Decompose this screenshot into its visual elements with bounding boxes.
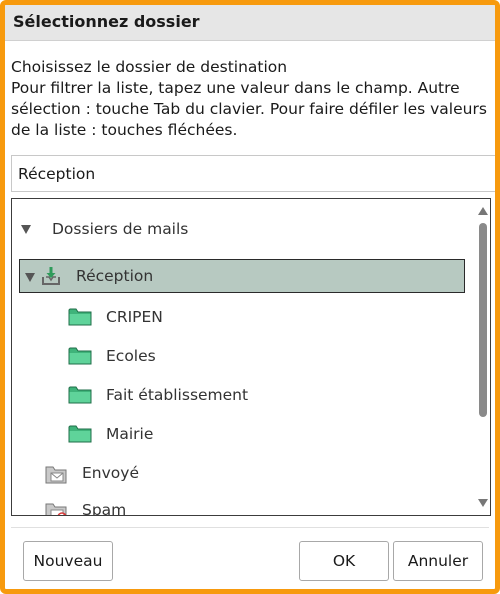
tree-item-subfolder[interactable]: Fait établissement — [12, 379, 472, 411]
tree-item-spam[interactable]: Spam — [12, 494, 472, 516]
footer-divider — [11, 527, 489, 528]
tree-root-label: Dossiers de mails — [52, 220, 189, 238]
tree-item-label: CRIPEN — [106, 308, 163, 326]
tree-item-label: Fait établissement — [106, 386, 249, 404]
instructions-line: de la liste : touches fléchées. — [11, 121, 238, 139]
instructions-line: Choisissez le dossier de destination — [11, 58, 288, 76]
instructions-text: Choisissez le dossier de destination Pou… — [11, 57, 493, 141]
expand-arrow-icon[interactable] — [21, 225, 31, 234]
inbox-download-icon — [42, 267, 60, 285]
expand-arrow-icon[interactable] — [25, 273, 35, 282]
tree-root-mail-folders[interactable]: Dossiers de mails — [12, 213, 472, 245]
tree-item-sent[interactable]: Envoyé — [12, 457, 472, 489]
tree-item-subfolder[interactable]: Mairie — [12, 418, 472, 450]
folder-icon — [68, 308, 92, 326]
tree-item-subfolder[interactable]: CRIPEN — [12, 301, 472, 333]
scroll-down-arrow-icon[interactable] — [478, 499, 488, 507]
folder-icon — [68, 386, 92, 404]
tree-item-label: Réception — [76, 267, 154, 285]
tree-item-inbox[interactable]: Réception — [19, 259, 465, 293]
tree-item-label: Mairie — [106, 425, 154, 443]
tree-scrollbar[interactable] — [476, 199, 490, 515]
scroll-thumb[interactable] — [479, 223, 487, 417]
folder-icon — [68, 347, 92, 365]
tree-item-label: Ecoles — [106, 347, 156, 365]
instructions-line: Pour filtrer la liste, tapez une valeur … — [11, 79, 460, 97]
tree-item-subfolder[interactable]: Ecoles — [12, 340, 472, 372]
select-folder-dialog: Sélectionnez dossier Choisissez le dossi… — [0, 0, 500, 594]
tree-item-label: Envoyé — [82, 464, 139, 482]
dialog-titlebar: Sélectionnez dossier — [5, 5, 495, 41]
dialog-title: Sélectionnez dossier — [13, 12, 200, 31]
folder-tree[interactable]: Dossiers de mails Réception CRIPEN Ecole… — [11, 198, 491, 516]
scroll-up-arrow-icon[interactable] — [478, 207, 488, 215]
spam-mail-icon — [45, 503, 67, 515]
new-folder-button[interactable]: Nouveau — [23, 541, 113, 581]
instructions-line: sélection : touche Tab du clavier. Pour … — [11, 100, 487, 118]
sent-mail-icon — [45, 466, 67, 484]
tree-item-label: Spam — [82, 501, 127, 516]
ok-button[interactable]: OK — [299, 541, 389, 581]
cancel-button[interactable]: Annuler — [393, 541, 483, 581]
filter-input[interactable] — [11, 155, 495, 192]
folder-icon — [68, 425, 92, 443]
